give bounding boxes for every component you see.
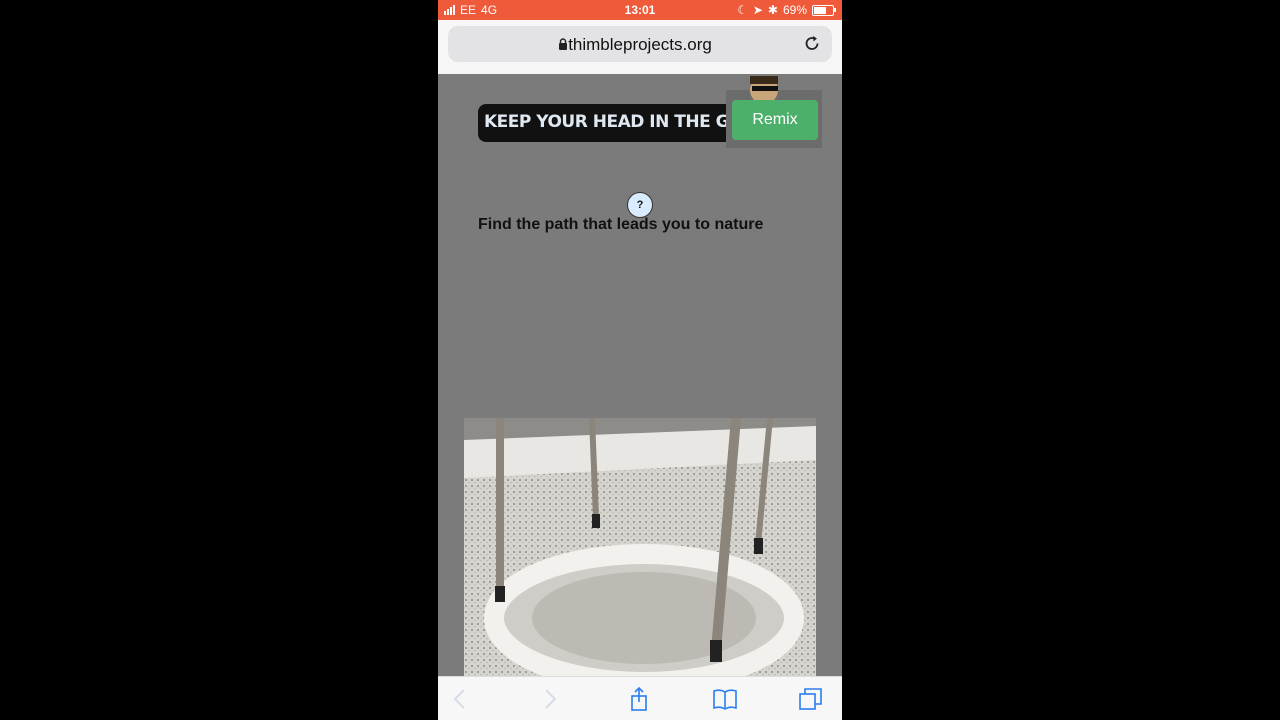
moon-icon: ☾ — [737, 3, 748, 17]
bookmarks-icon[interactable] — [712, 687, 738, 711]
prompt-text: Find the path that leads you to nature — [478, 216, 764, 233]
help-icon[interactable]: ? — [627, 192, 653, 218]
banner-text: KEEP YOUR HEAD IN THE GA — [484, 112, 742, 132]
battery-icon — [812, 4, 836, 16]
remix-button[interactable]: Remix — [732, 100, 818, 140]
back-icon[interactable] — [448, 687, 474, 711]
phone-screen: EE 4G 13:01 ☾ ➤ ✱ 69% thimbleprojects.or… — [438, 0, 842, 720]
browser-top-bar: thimbleprojects.org — [438, 20, 842, 74]
web-page: KEEP YOUR HEAD IN THE GA Remix ? Find th… — [438, 74, 842, 676]
tabs-icon[interactable] — [798, 687, 824, 711]
reload-icon[interactable] — [802, 34, 822, 54]
location-icon: ➤ — [752, 3, 763, 17]
swing-photo — [464, 418, 816, 676]
address-bar[interactable]: thimbleprojects.org — [448, 26, 832, 62]
url-text: thimbleprojects.org — [568, 35, 712, 54]
status-right: ☾ ➤ ✱ 69% — [737, 3, 836, 17]
battery-percent: 69% — [782, 3, 807, 17]
browser-toolbar — [438, 676, 842, 720]
share-icon[interactable] — [626, 687, 652, 711]
battery-fill — [814, 6, 826, 14]
bluetooth-icon: ✱ — [767, 3, 778, 17]
forward-icon[interactable] — [536, 687, 562, 711]
status-bar: EE 4G 13:01 ☾ ➤ ✱ 69% — [438, 0, 842, 20]
